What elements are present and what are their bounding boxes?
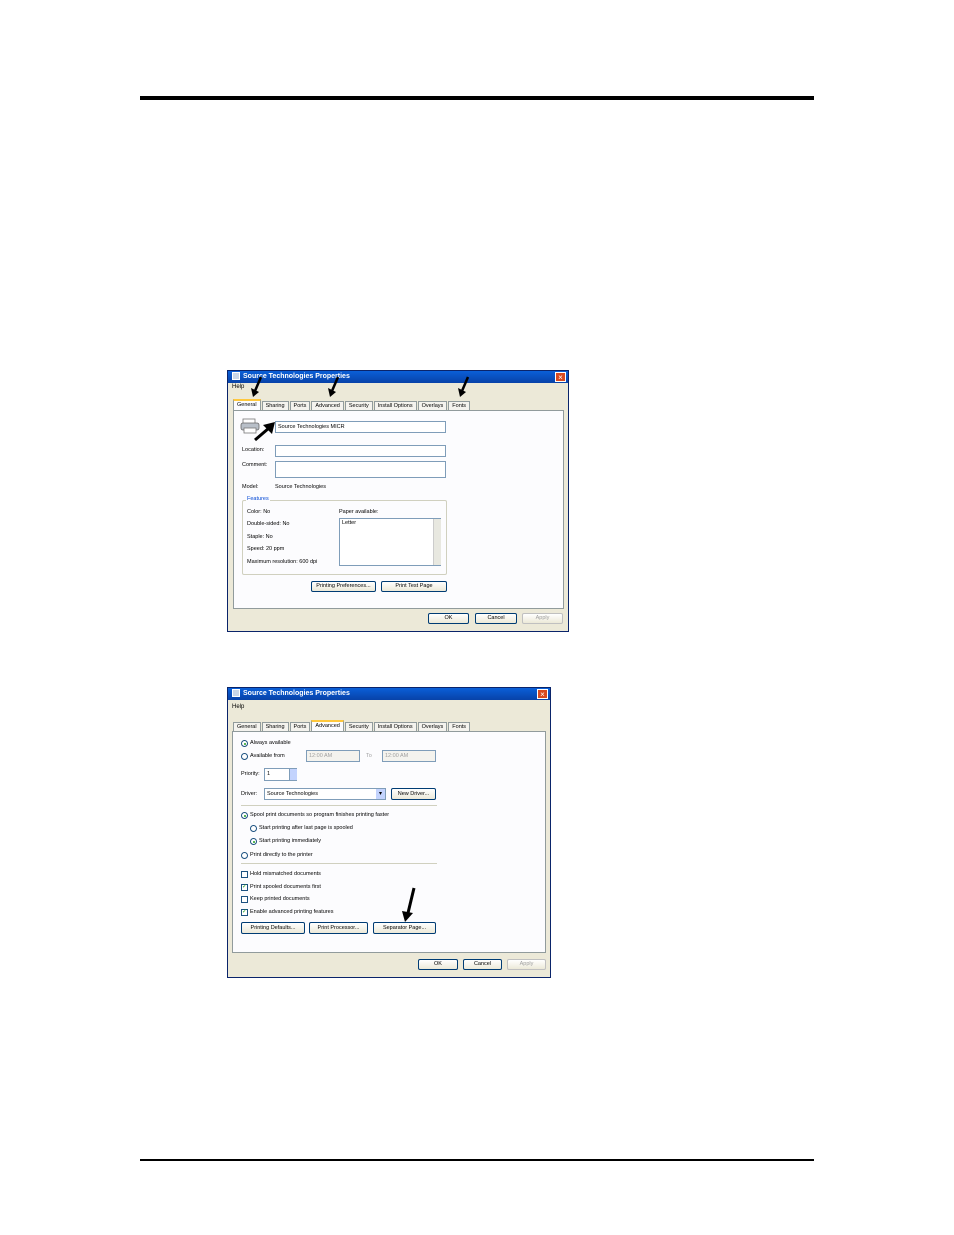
footer-rule [140, 1159, 814, 1161]
print-directly-label: Print directly to the printer [250, 852, 313, 858]
start-immediately-radio[interactable] [250, 838, 257, 845]
to-time-field[interactable]: 12:00 AM [382, 750, 436, 762]
comment-label: Comment: [242, 462, 268, 468]
paper-available-label: Paper available: [339, 509, 379, 515]
advanced-panel: Always available Available from 12:00 AM… [232, 731, 546, 953]
priority-label: Priority: [241, 771, 260, 777]
cancel-button[interactable]: Cancel [475, 613, 517, 624]
keep-printed-checkbox[interactable] [241, 896, 248, 903]
features-label: Features [246, 496, 270, 502]
paper-list-scrollbar[interactable] [433, 519, 441, 565]
start-immediately-label: Start printing immediately [259, 838, 322, 844]
feature-speed: Speed: 20 ppm [247, 546, 285, 552]
print-test-page-button[interactable]: Print Test Page [381, 581, 447, 592]
menu-help[interactable]: Help [232, 384, 244, 390]
header-rule [140, 96, 814, 100]
close-button[interactable]: × [537, 689, 548, 699]
arrow-icon [402, 887, 416, 922]
feature-color: Color: No [247, 509, 271, 515]
always-available-radio[interactable] [241, 740, 248, 747]
print-spooled-first-checkbox[interactable]: ✓ [241, 884, 248, 891]
arrow-icon [458, 376, 470, 397]
from-time-field[interactable]: 12:00 AM [306, 750, 360, 762]
start-after-last-label: Start printing after last page is spoole… [259, 825, 353, 831]
feature-double-sided: Double-sided: No [247, 521, 290, 527]
printer-small-icon [232, 689, 240, 698]
separator [241, 863, 437, 864]
menu-help[interactable]: Help [232, 704, 244, 710]
model-value: Source Technologies [275, 484, 326, 490]
print-spooled-first-label: Print spooled documents first [250, 884, 321, 890]
priority-spinner[interactable] [289, 769, 297, 780]
spool-radio[interactable] [241, 812, 248, 819]
keep-printed-label: Keep printed documents [250, 896, 310, 902]
driver-select[interactable]: Source Technologies [264, 788, 386, 800]
new-driver-button[interactable]: New Driver... [391, 788, 436, 800]
title-bar: Source Technologies Properties [228, 688, 550, 700]
enable-advanced-checkbox[interactable]: ✓ [241, 909, 248, 916]
separator [241, 805, 437, 806]
properties-dialog-advanced: Source Technologies Properties × Help Ge… [227, 687, 551, 978]
apply-button[interactable]: Apply [522, 613, 563, 624]
always-available-label: Always available [250, 740, 291, 746]
hold-mismatched-label: Hold mismatched documents [250, 871, 321, 877]
close-button[interactable]: × [555, 372, 566, 382]
model-label: Model: [242, 484, 259, 490]
start-after-last-radio[interactable] [250, 825, 257, 832]
separator-page-button[interactable]: Separator Page... [373, 922, 436, 934]
location-field[interactable] [275, 445, 446, 457]
apply-button[interactable]: Apply [507, 959, 546, 970]
available-from-radio[interactable] [241, 753, 248, 760]
chevron-down-icon[interactable]: ▾ [376, 789, 385, 799]
to-label: To [366, 753, 372, 759]
printing-defaults-button[interactable]: Printing Defaults... [241, 922, 305, 934]
paper-list[interactable]: Letter [339, 518, 441, 566]
available-from-label: Available from [250, 753, 285, 759]
hold-mismatched-checkbox[interactable] [241, 871, 248, 878]
spool-label: Spool print documents so program finishe… [250, 812, 390, 818]
arrow-icon [254, 422, 275, 442]
paper-item[interactable]: Letter [342, 520, 356, 526]
printing-preferences-button[interactable]: Printing Preferences... [311, 581, 376, 592]
feature-max-resolution: Maximum resolution: 600 dpi [247, 559, 318, 565]
driver-label: Driver: [241, 791, 258, 797]
enable-advanced-label: Enable advanced printing features [250, 909, 334, 915]
feature-staple: Staple: No [247, 534, 273, 540]
properties-dialog-general: Source Technologies Properties × Help Ge… [227, 370, 569, 632]
title-bar: Source Technologies Properties [228, 371, 568, 383]
ok-button[interactable]: OK [428, 613, 469, 624]
print-processor-button[interactable]: Print Processor... [309, 922, 368, 934]
cancel-button[interactable]: Cancel [463, 959, 502, 970]
print-directly-radio[interactable] [241, 852, 248, 859]
arrow-icon [251, 376, 263, 397]
arrow-icon [328, 376, 340, 397]
location-label: Location: [242, 447, 265, 453]
comment-field[interactable] [275, 461, 446, 478]
printer-name-field[interactable]: Source Technologies MICR [275, 421, 446, 433]
general-panel: Source Technologies MICR Location: Comme… [233, 410, 564, 609]
ok-button[interactable]: OK [418, 959, 458, 970]
window-title: Source Technologies Properties [243, 690, 350, 697]
printer-small-icon [232, 372, 240, 381]
